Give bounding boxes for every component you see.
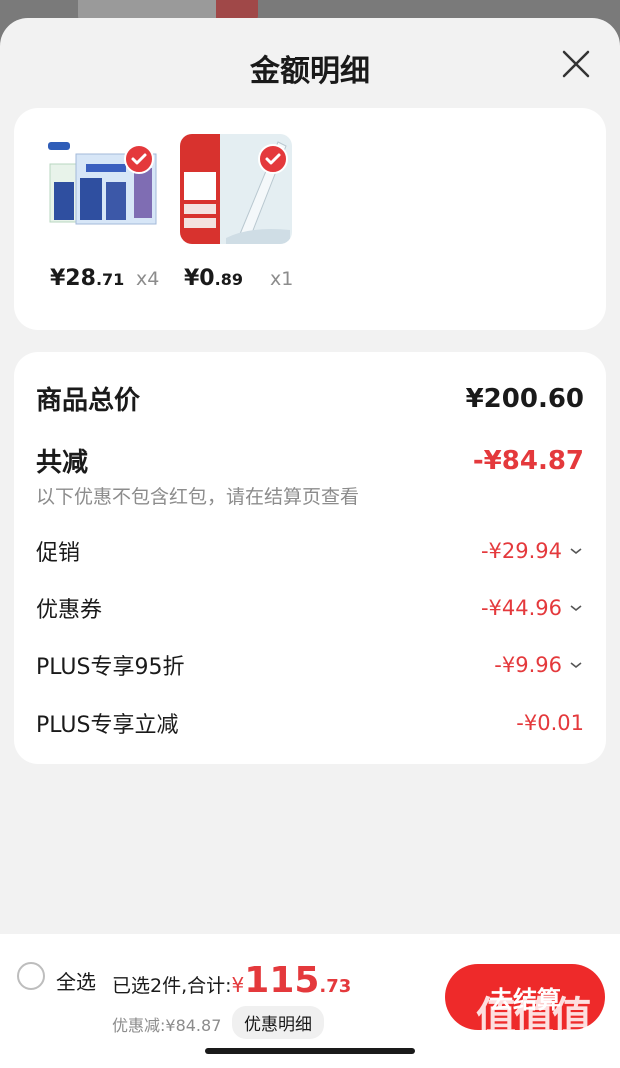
- discount-note: 以下优惠不包含红包，请在结算页查看: [36, 486, 360, 508]
- price-summary-card: 商品总价 ¥200.60 共减 -¥84.87 以下优惠不包含红包，请在结算页查…: [14, 352, 606, 764]
- home-indicator: [205, 1048, 415, 1054]
- discount-amount-text: 优惠减:¥84.87: [112, 1016, 222, 1035]
- total-price-value: ¥200.60: [465, 383, 584, 414]
- plus-discount-label: PLUS专享95折: [36, 655, 185, 680]
- total-decimal: .73: [319, 976, 352, 997]
- select-all-label[interactable]: 全选: [56, 966, 96, 995]
- selected-check-icon: [258, 144, 288, 174]
- promotion-row[interactable]: 促销 -¥29.94: [36, 535, 584, 567]
- selected-total: 已选2件,合计:¥115.73: [112, 960, 351, 1001]
- total-currency: ¥: [231, 973, 245, 997]
- promotion-value: -¥29.94: [481, 539, 584, 563]
- select-all-radio[interactable]: [17, 962, 45, 990]
- plus-discount-value: -¥9.96: [494, 653, 584, 677]
- product-price: ¥0.89: [184, 266, 243, 291]
- product-quantity: x4: [136, 268, 160, 290]
- selected-count-text: 已选2件,合计:: [112, 975, 232, 997]
- total-reduction-label: 共减: [36, 448, 89, 478]
- plus-instant-reduction-row: PLUS专享立减 -¥0.01: [36, 707, 584, 739]
- plus-discount-row[interactable]: PLUS专享95折 -¥9.96: [36, 649, 584, 681]
- product-thumbnail-milk[interactable]: [46, 134, 158, 244]
- coupon-label: 优惠券: [36, 598, 103, 623]
- price-decimal: .89: [214, 270, 243, 289]
- coupon-value: -¥44.96: [481, 596, 584, 620]
- promotion-amount: -¥29.94: [480, 539, 562, 563]
- product-thumbnail-ruler[interactable]: [180, 134, 292, 244]
- total-price-row: 商品总价 ¥200.60: [36, 380, 584, 417]
- product-price: ¥28.71: [50, 266, 124, 291]
- price-integer: ¥28: [50, 266, 96, 291]
- total-reduction-row: 共减 -¥84.87: [36, 442, 584, 479]
- coupon-row[interactable]: 优惠券 -¥44.96: [36, 592, 584, 624]
- amount-detail-sheet: 金额明细 ¥28.71 x4 ¥0.89 x1 商品总价 ¥200.60 共减 …: [0, 18, 620, 1068]
- checkout-button[interactable]: 去结算: [445, 964, 605, 1030]
- products-card: ¥28.71 x4 ¥0.89 x1: [14, 108, 606, 330]
- chevron-down-icon: [570, 662, 582, 669]
- coupon-amount: -¥44.96: [480, 596, 562, 620]
- chevron-down-icon: [570, 605, 582, 612]
- total-reduction-value: -¥84.87: [472, 445, 584, 476]
- product-quantity: x1: [270, 268, 294, 290]
- plus-discount-amount: -¥9.96: [494, 653, 562, 677]
- total-price-label: 商品总价: [36, 386, 141, 416]
- sheet-title: 金额明细: [250, 54, 370, 89]
- price-decimal: .71: [95, 270, 125, 289]
- plus-instant-reduction-value: -¥0.01: [516, 711, 584, 735]
- discount-detail-button[interactable]: 优惠明细: [232, 1006, 324, 1039]
- selected-check-icon: [124, 144, 154, 174]
- promotion-label: 促销: [36, 541, 81, 566]
- total-integer: 115: [244, 960, 320, 1001]
- chevron-down-icon: [570, 548, 582, 555]
- plus-instant-reduction-label: PLUS专享立减: [36, 713, 179, 738]
- close-icon[interactable]: [560, 48, 592, 80]
- price-integer: ¥0: [184, 266, 215, 291]
